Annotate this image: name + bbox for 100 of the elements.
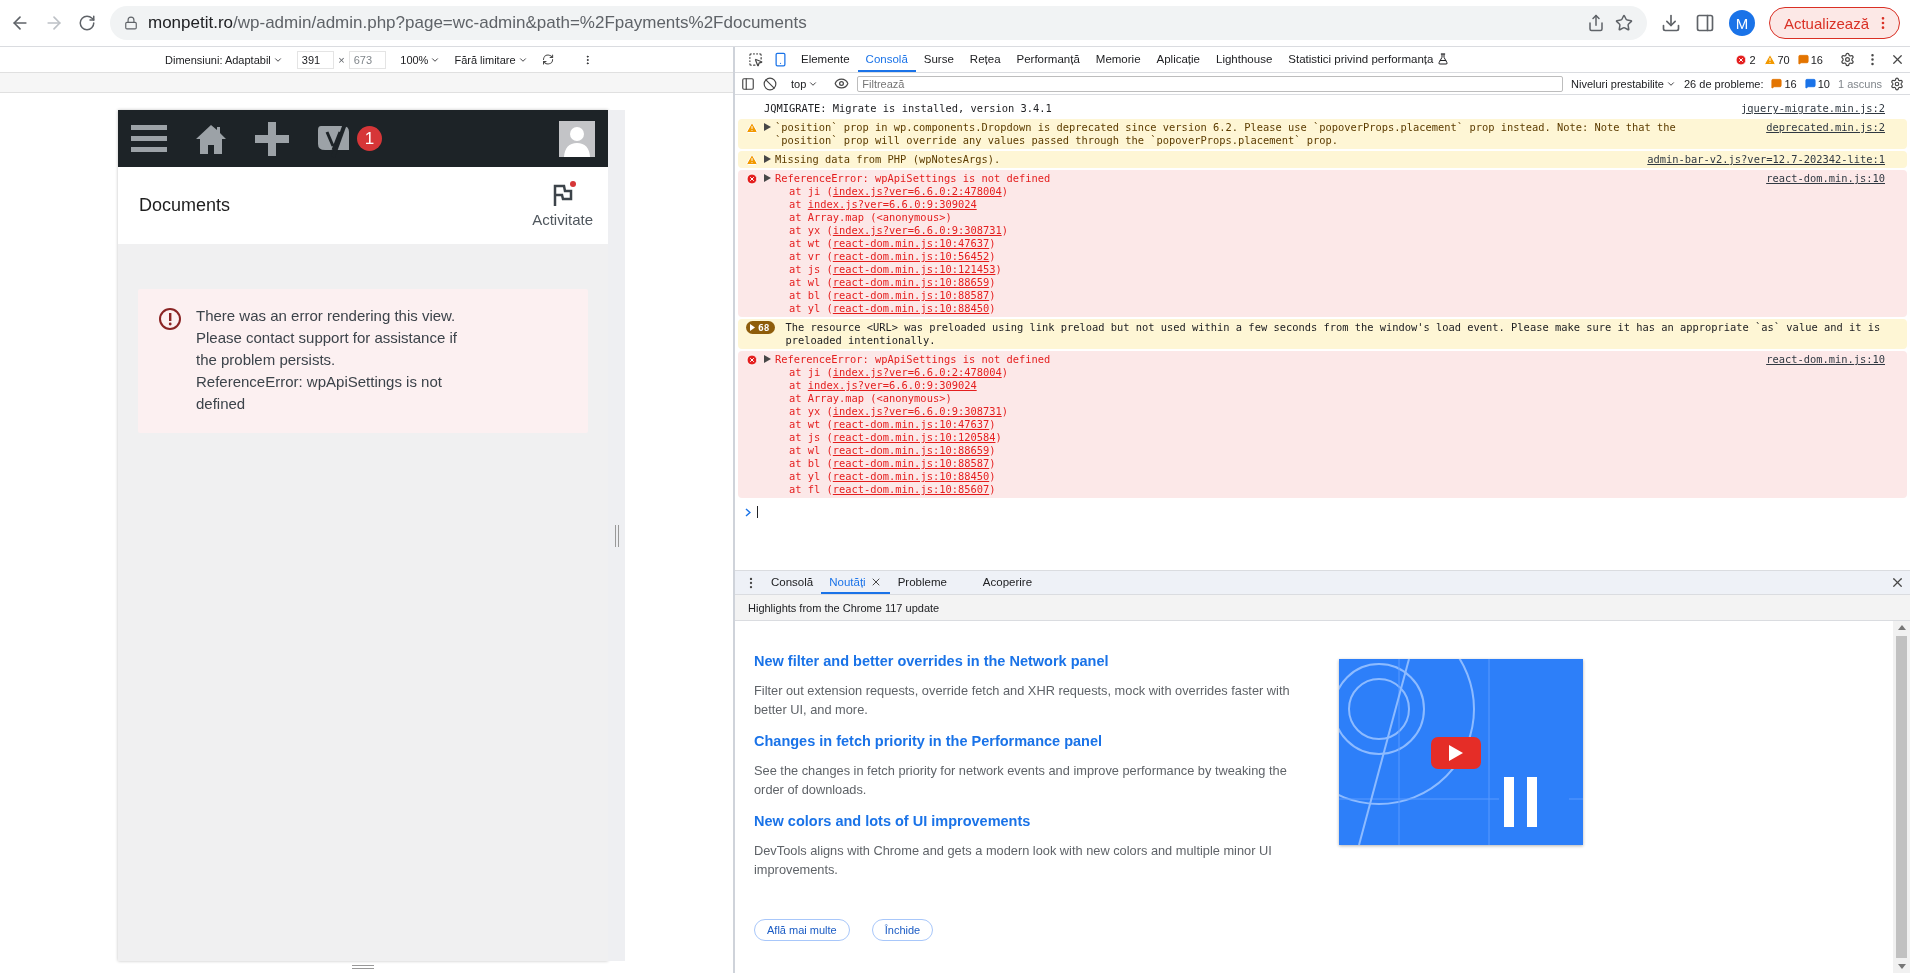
devtools-tab[interactable]: Consolă xyxy=(857,47,916,72)
devtools-tab[interactable]: Rețea xyxy=(961,47,1009,72)
height-field[interactable]: 673 xyxy=(348,50,387,69)
inspect-icon[interactable] xyxy=(748,52,763,67)
source-link[interactable]: admin-bar-v2.js?ver=12.7-202342-lite:1 xyxy=(1647,153,1885,166)
add-icon[interactable] xyxy=(255,121,289,156)
stack-link[interactable]: index.js?ver=6.6.0:9:309024 xyxy=(807,379,977,391)
star-icon[interactable] xyxy=(1614,14,1633,32)
drawer-tab[interactable]: Probleme xyxy=(889,571,955,594)
warning-icon xyxy=(746,122,758,134)
devtools-tab[interactable]: Memorie xyxy=(1087,47,1149,72)
expand-caret-icon[interactable] xyxy=(764,355,771,363)
devtools-tab[interactable]: Statistici privind performanța xyxy=(1280,47,1458,72)
stack-line: at Array.map (<anonymous>) xyxy=(788,392,953,405)
message-text: ReferenceError: wpApiSettings is not defined xyxy=(775,172,1052,185)
stack-line: at vr (react-dom.min.js:10:56452) xyxy=(788,250,997,263)
resize-handle[interactable] xyxy=(614,524,619,547)
flag-icon xyxy=(551,183,574,207)
stack-link[interactable]: react-dom.min.js:10:88587 xyxy=(832,289,990,301)
info-icon xyxy=(1804,78,1816,89)
stack-line: at Array.map (<anonymous>) xyxy=(788,211,953,224)
issues-info-count[interactable]: 10 xyxy=(1804,77,1830,90)
scroll-down-icon[interactable] xyxy=(1897,964,1906,969)
profile-avatar[interactable]: M xyxy=(1728,10,1755,36)
menu-icon[interactable] xyxy=(131,123,167,154)
warning-icon xyxy=(1763,53,1776,66)
zoom-select[interactable]: 100% xyxy=(400,53,441,66)
devtools-tab[interactable]: Performanță xyxy=(1008,47,1088,72)
side-panel-icon[interactable] xyxy=(1694,13,1715,33)
stack-link[interactable]: react-dom.min.js:10:88587 xyxy=(832,457,990,469)
device-toolbar-icon[interactable] xyxy=(773,52,788,67)
activity-button[interactable]: Activitate xyxy=(532,183,593,228)
address-bar[interactable]: monpetit.ro/wp-admin/admin.php?page=wc-admin&path=%2Fpayments%2Fdocuments xyxy=(110,6,1647,40)
error-count[interactable]: 2 xyxy=(1735,47,1756,72)
issues-warning-count[interactable]: 16 xyxy=(1771,77,1797,90)
drawer-tab[interactable]: Acoperire xyxy=(974,571,1041,594)
source-link[interactable]: react-dom.min.js:10 xyxy=(1766,353,1885,496)
page-title: Documents xyxy=(139,195,231,216)
width-field[interactable]: 391 xyxy=(296,50,335,69)
stack-line: at ji (index.js?ver=6.6.0:2:478004) xyxy=(788,366,1009,379)
stack-link[interactable]: react-dom.min.js:10:47637 xyxy=(832,237,990,249)
stack-link[interactable]: react-dom.min.js:10:120584 xyxy=(832,431,996,443)
stack-link[interactable]: index.js?ver=6.6.0:2:478004 xyxy=(832,366,1002,378)
reload-icon[interactable] xyxy=(78,14,96,32)
warning-count[interactable]: 70 xyxy=(1763,47,1790,72)
stack-link[interactable]: index.js?ver=6.6.0:9:309024 xyxy=(807,198,977,210)
throttling-select[interactable]: Fără limitare xyxy=(454,53,528,66)
expand-caret-icon[interactable] xyxy=(764,174,771,182)
message-text: `position` prop in wp.components.Dropdown is deprecated since version 6.2. Please use `popoverProps.placement` prop instead. Note: Note that the `position` prop will override any values passed through the `popoverProps.placement` prop. xyxy=(775,121,1677,147)
source-link[interactable]: react-dom.min.js:10 xyxy=(1766,172,1885,315)
filter-field[interactable]: Filtrează xyxy=(857,75,1564,92)
devtools-tab[interactable]: Aplicație xyxy=(1148,47,1208,72)
url-path: /wp-admin/admin.php?page=wc-admin&path=%2Fpayments%2Fdocuments xyxy=(233,13,807,33)
devtools-tab[interactable]: Lighthouse xyxy=(1208,47,1281,72)
update-button[interactable]: Actualizează xyxy=(1768,7,1900,39)
user-avatar[interactable] xyxy=(559,120,595,157)
pill-button[interactable]: Află mai multe xyxy=(754,919,850,941)
stack-link[interactable]: react-dom.min.js:10:88450 xyxy=(832,302,990,314)
close-icon[interactable] xyxy=(1890,575,1905,590)
close-icon[interactable] xyxy=(1890,52,1905,67)
drawer-tab[interactable]: Consolă xyxy=(763,571,822,594)
devtools-tab[interactable]: Surse xyxy=(915,47,962,72)
issues-label: 26 de probleme: xyxy=(1683,77,1764,90)
resize-handle[interactable] xyxy=(352,965,374,969)
source-link[interactable]: deprecated.min.js:2 xyxy=(1766,121,1885,147)
download-icon[interactable] xyxy=(1660,13,1681,33)
stack-link[interactable]: index.js?ver=6.6.0:9:308731 xyxy=(832,405,1002,417)
stack-link[interactable]: react-dom.min.js:10:47637 xyxy=(832,418,990,430)
settings-icon[interactable] xyxy=(1840,52,1855,67)
scroll-up-icon[interactable] xyxy=(1897,625,1906,630)
source-link[interactable]: jquery-migrate.min.js:2 xyxy=(1741,102,1885,115)
share-icon[interactable] xyxy=(1586,14,1605,32)
expand-caret-icon[interactable] xyxy=(764,123,771,131)
context-select[interactable]: top xyxy=(791,77,819,90)
scrollbar-thumb[interactable] xyxy=(1896,636,1907,958)
rotate-icon[interactable] xyxy=(541,52,554,67)
stack-link[interactable]: react-dom.min.js:10:56452 xyxy=(832,250,990,262)
stack-line: at yx (index.js?ver=6.6.0:9:308731) xyxy=(788,405,1009,418)
settings-icon[interactable] xyxy=(1890,76,1904,91)
stack-link[interactable]: react-dom.min.js:10:88659 xyxy=(832,276,990,288)
stack-link[interactable]: react-dom.min.js:10:121453 xyxy=(832,263,996,275)
clear-icon[interactable] xyxy=(763,76,777,91)
home-icon[interactable] xyxy=(195,122,227,155)
dimensions-select[interactable]: Dimensiuni: Adaptabil xyxy=(165,53,283,66)
stack-link[interactable]: react-dom.min.js:10:85607 xyxy=(832,483,990,495)
levels-select[interactable]: Niveluri prestabilite xyxy=(1571,77,1676,90)
stack-link[interactable]: index.js?ver=6.6.0:9:308731 xyxy=(832,224,1002,236)
devtools-tab[interactable]: Elemente xyxy=(793,47,858,72)
stack-link[interactable]: react-dom.min.js:10:88659 xyxy=(832,444,990,456)
sidebar-icon[interactable] xyxy=(741,76,755,91)
stack-link[interactable]: index.js?ver=6.6.0:2:478004 xyxy=(832,185,1002,197)
stack-line: at yx (index.js?ver=6.6.0:9:308731) xyxy=(788,224,1009,237)
message-text: Missing data from PHP (wpNotesArgs). xyxy=(775,153,1002,166)
eye-icon[interactable] xyxy=(834,76,850,91)
stack-link[interactable]: react-dom.min.js:10:88450 xyxy=(832,470,990,482)
pill-button[interactable]: Închide xyxy=(871,919,934,941)
repeat-count-badge[interactable]: 68 xyxy=(746,321,776,334)
issue-count[interactable]: 16 xyxy=(1797,47,1823,72)
error-icon xyxy=(746,173,758,185)
expand-caret-icon[interactable] xyxy=(764,155,771,163)
